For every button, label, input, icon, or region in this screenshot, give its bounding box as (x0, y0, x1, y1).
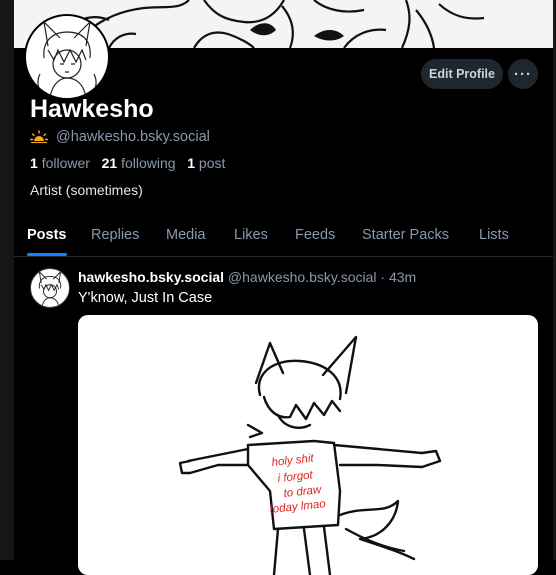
following-link[interactable]: 21 following (102, 155, 176, 171)
left-gutter (0, 0, 14, 560)
profile-avatar[interactable] (24, 14, 110, 100)
tab-replies[interactable]: Replies (91, 227, 139, 243)
post-text: Y'know, Just In Case (78, 290, 213, 306)
active-tab-indicator (27, 253, 67, 256)
tab-lists[interactable]: Lists (479, 227, 509, 243)
avatar-drawing (37, 20, 97, 98)
display-name: Hawkesho (30, 95, 154, 123)
tab-feeds[interactable]: Feeds (295, 227, 335, 243)
post-author-name[interactable]: hawkesho.bsky.social (78, 269, 224, 285)
post-separator: · (380, 269, 386, 285)
post-author-handle[interactable]: @hawkesho.bsky.social (228, 269, 377, 285)
more-icon: ··· (514, 65, 532, 83)
post-image[interactable]: holy shit i forgot to draw today lmao (78, 315, 538, 575)
tab-media[interactable]: Media (166, 227, 206, 243)
more-options-button[interactable]: ··· (508, 59, 538, 89)
profile-bio: Artist (sometimes) (30, 182, 143, 198)
drawing-text-line-4: today lmao (269, 498, 327, 516)
profile-stats: 1 follower 21 following 1 post (30, 155, 225, 171)
drawing-text-line-2: i forgot (277, 469, 314, 485)
tab-posts[interactable]: Posts (27, 227, 67, 243)
drawing-text-line-3: to draw (283, 484, 322, 500)
posts-count: 1 post (187, 155, 226, 171)
handle-row: @hawkesho.bsky.social (30, 129, 210, 145)
drawing-text-line-1: holy shit (271, 453, 315, 469)
edit-profile-button[interactable]: Edit Profile (421, 59, 503, 89)
profile-handle[interactable]: @hawkesho.bsky.social (56, 129, 210, 145)
tab-starter-packs[interactable]: Starter Packs (362, 227, 449, 243)
tab-likes[interactable]: Likes (234, 227, 268, 243)
post-avatar-drawing (38, 270, 62, 307)
post-author-avatar[interactable] (30, 268, 70, 308)
sunrise-icon (30, 130, 48, 144)
post-drawing: holy shit i forgot to draw today lmao (178, 335, 442, 575)
post-timestamp[interactable]: 43m (389, 269, 416, 285)
followers-link[interactable]: 1 follower (30, 155, 90, 171)
profile-tabs: Posts Replies Media Likes Feeds Starter … (14, 220, 553, 257)
post-header: hawkesho.bsky.social @hawkesho.bsky.soci… (78, 269, 416, 285)
